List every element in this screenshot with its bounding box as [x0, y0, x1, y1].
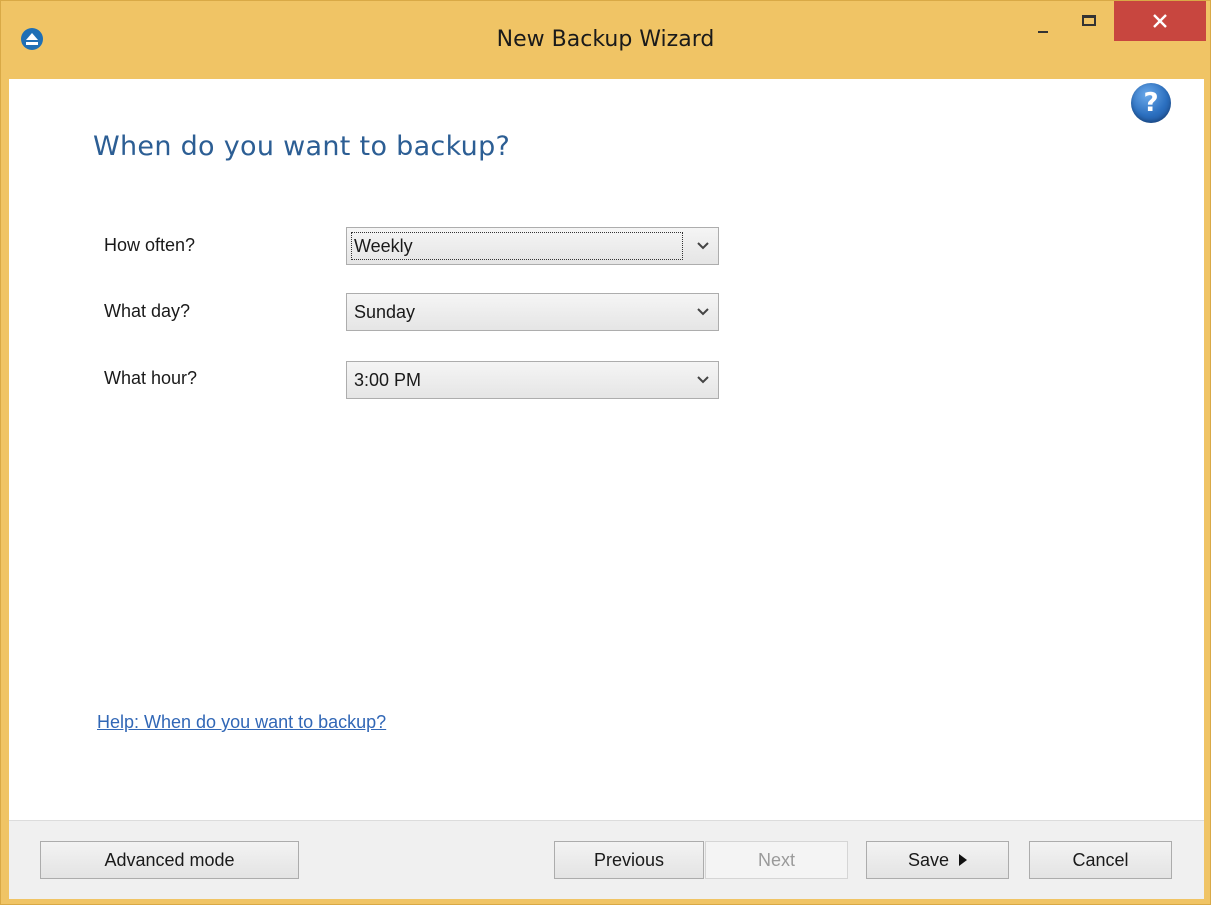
- wizard-content: ? When do you want to backup? How often?…: [9, 79, 1204, 899]
- title-bar[interactable]: New Backup Wizard: [1, 1, 1210, 79]
- next-button[interactable]: Next: [705, 841, 848, 879]
- what-hour-dropdown[interactable]: 3:00 PM: [346, 361, 719, 399]
- save-button[interactable]: Save: [866, 841, 1009, 879]
- chevron-down-icon: [697, 376, 709, 384]
- close-icon: [1153, 14, 1167, 28]
- previous-button[interactable]: Previous: [554, 841, 704, 879]
- chevron-down-icon: [697, 242, 709, 250]
- maximize-icon: [1082, 15, 1096, 26]
- what-hour-label: What hour?: [104, 368, 198, 388]
- what-hour-value: 3:00 PM: [354, 370, 422, 390]
- how-often-value: Weekly: [354, 236, 413, 256]
- what-day-label: What day?: [104, 301, 191, 321]
- maximize-button[interactable]: [1066, 1, 1112, 41]
- wizard-window: New Backup Wizard ? When do you want to …: [0, 0, 1211, 905]
- advanced-mode-button[interactable]: Advanced mode: [40, 841, 299, 879]
- page-title: When do you want to backup?: [93, 131, 511, 162]
- minimize-icon: [1038, 31, 1048, 33]
- cancel-button[interactable]: Cancel: [1029, 841, 1172, 879]
- help-link[interactable]: Help: When do you want to backup?: [97, 712, 386, 733]
- save-label: Save: [907, 850, 950, 870]
- chevron-down-icon: [697, 308, 709, 316]
- how-often-dropdown[interactable]: Weekly: [346, 227, 719, 265]
- minimize-button[interactable]: [1020, 1, 1066, 41]
- play-arrow-icon: [959, 854, 968, 866]
- button-bar: Advanced mode Previous Next Save Cancel: [9, 820, 1204, 899]
- help-icon[interactable]: ?: [1131, 83, 1171, 123]
- how-often-label: How often?: [104, 235, 196, 255]
- what-day-dropdown[interactable]: Sunday: [346, 293, 719, 331]
- close-button[interactable]: [1114, 1, 1206, 41]
- what-day-value: Sunday: [354, 302, 416, 322]
